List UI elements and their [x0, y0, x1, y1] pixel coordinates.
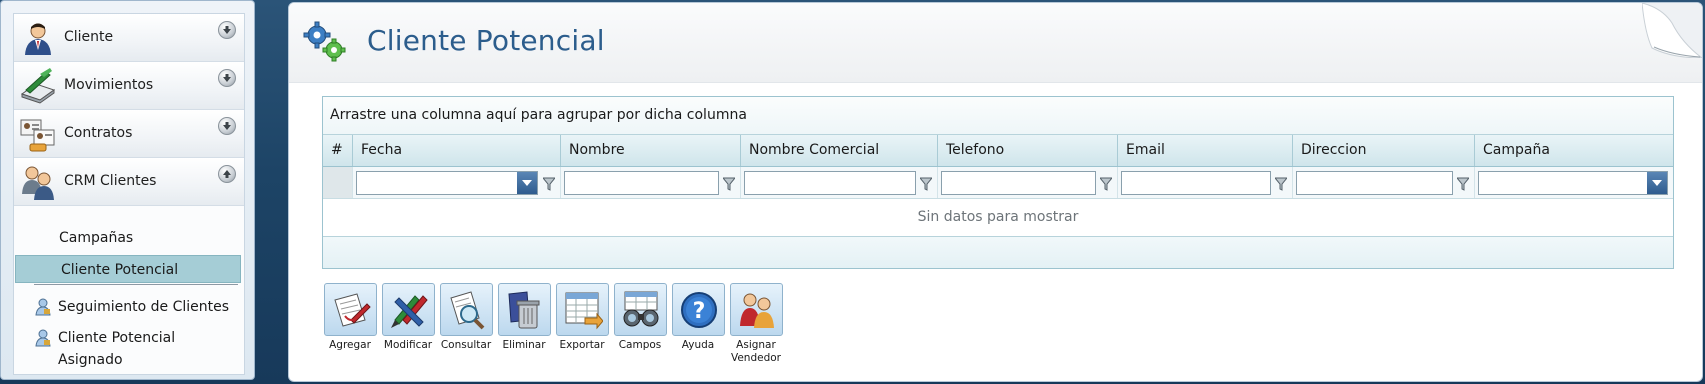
column-header-email[interactable]: Email	[1118, 135, 1293, 166]
users-icon	[20, 164, 56, 200]
column-header-number[interactable]: #	[323, 135, 353, 166]
column-header-nombre-comercial[interactable]: Nombre Comercial	[741, 135, 938, 166]
nav-group-cliente[interactable]: Cliente	[14, 14, 244, 62]
modificar-button[interactable]: Modificar	[380, 283, 436, 352]
scanner-icon	[20, 68, 56, 104]
assign-users-icon	[729, 283, 783, 336]
campana-filter-dropdown[interactable]	[1478, 171, 1668, 195]
filter-cell-campana	[1475, 167, 1673, 198]
fecha-filter-dropdown[interactable]	[356, 171, 538, 195]
collapse-up-icon[interactable]	[218, 165, 236, 183]
filter-cell-telefono	[938, 167, 1118, 198]
sidebar: Cliente Movimientos Contratos CRM Client…	[0, 0, 255, 380]
consultar-button[interactable]: Consultar	[438, 283, 494, 352]
nav-group-label: Contratos	[64, 125, 133, 141]
nav-group-contratos[interactable]: Contratos	[14, 110, 244, 158]
gears-icon	[301, 20, 349, 68]
eliminar-button[interactable]: Eliminar	[496, 283, 552, 352]
page-curl-decoration	[1641, 3, 1702, 62]
nav-group-crm-clientes[interactable]: CRM Clientes	[14, 158, 244, 206]
data-grid: Arrastre una columna aquí para agrupar p…	[322, 96, 1674, 269]
filter-cell-number	[323, 167, 353, 198]
user-lock-icon	[34, 298, 52, 323]
toolbar-button-label: Campos	[618, 339, 662, 351]
filter-funnel-icon[interactable]	[1098, 176, 1114, 195]
binoculars-icon	[613, 283, 667, 336]
divider	[34, 284, 238, 285]
main-panel: Cliente Potencial Arrastre una columna a…	[288, 2, 1703, 382]
trash-icon	[497, 283, 551, 336]
sidebar-link-cliente-potencial-asignado[interactable]: Cliente Potencial Asignado	[34, 327, 244, 368]
filter-funnel-icon[interactable]	[1455, 176, 1471, 195]
exportar-button[interactable]: Exportar	[554, 283, 610, 352]
filter-funnel-icon[interactable]	[541, 176, 557, 195]
sidebar-link-label: Cliente Potencial Asignado	[58, 330, 176, 368]
dropdown-arrow-icon[interactable]	[1647, 172, 1667, 194]
sidebar-item-campanas[interactable]: Campañas	[14, 224, 240, 252]
agregar-button[interactable]: Agregar	[322, 283, 378, 352]
filter-cell-email	[1118, 167, 1293, 198]
add-document-icon	[323, 283, 377, 336]
campos-button[interactable]: Campos	[612, 283, 668, 352]
dropdown-arrow-icon[interactable]	[517, 172, 537, 194]
email-filter-input[interactable]	[1121, 171, 1271, 195]
toolbar-button-label: Asignar Vendedor	[730, 339, 781, 364]
expand-down-icon[interactable]	[218, 117, 236, 135]
grid-header-row: # Fecha Nombre Nombre Comercial Telefono…	[323, 135, 1673, 167]
toolbar-button-label: Ayuda	[681, 339, 715, 351]
nav-group-label: CRM Clientes	[64, 173, 157, 189]
page-title: Cliente Potencial	[367, 24, 605, 57]
action-toolbar: Agregar Modificar Consultar Eliminar Exp…	[322, 283, 1022, 373]
nav-group-label: Cliente	[64, 29, 114, 45]
page-header: Cliente Potencial	[289, 3, 1702, 83]
ayuda-button[interactable]: ? Ayuda	[670, 283, 726, 352]
filter-funnel-icon[interactable]	[721, 176, 737, 195]
group-panel[interactable]: Arrastre una columna aquí para agrupar p…	[323, 97, 1673, 135]
sidebar-item-label: Campañas	[59, 230, 134, 246]
sidebar-link-seguimiento-clientes[interactable]: Seguimiento de Clientes	[34, 296, 229, 318]
filter-cell-direccion	[1293, 167, 1475, 198]
user-lock-icon	[34, 329, 52, 354]
toolbar-button-label: Consultar	[440, 339, 492, 351]
toolbar-button-label: Eliminar	[502, 339, 546, 351]
toolbar-button-label: Exportar	[559, 339, 605, 351]
nombre-comercial-filter-input[interactable]	[744, 171, 916, 195]
column-header-telefono[interactable]: Telefono	[938, 135, 1118, 166]
telefono-filter-input[interactable]	[941, 171, 1096, 195]
column-header-direccion[interactable]: Direccion	[1293, 135, 1475, 166]
column-header-nombre[interactable]: Nombre	[561, 135, 741, 166]
direccion-filter-input[interactable]	[1296, 171, 1453, 195]
filter-funnel-icon[interactable]	[918, 176, 934, 195]
filter-cell-fecha	[353, 167, 561, 198]
column-header-fecha[interactable]: Fecha	[353, 135, 561, 166]
help-icon: ?	[671, 283, 725, 336]
filter-funnel-icon[interactable]	[1273, 176, 1289, 195]
nombre-filter-input[interactable]	[564, 171, 719, 195]
grid-footer	[323, 237, 1673, 268]
person-icon	[20, 20, 56, 56]
svg-text:?: ?	[692, 299, 705, 324]
magnifier-icon	[439, 283, 493, 336]
toolbar-button-label: Modificar	[383, 339, 433, 351]
pencils-icon	[381, 283, 435, 336]
asignar-vendedor-button[interactable]: Asignar Vendedor	[728, 283, 784, 365]
id-cards-icon	[20, 116, 56, 152]
empty-data-message: Sin datos para mostrar	[323, 199, 1673, 237]
sidebar-link-label: Seguimiento de Clientes	[58, 299, 230, 315]
column-header-campana[interactable]: Campaña	[1475, 135, 1673, 166]
filter-cell-nombre	[561, 167, 741, 198]
sidebar-menu: Cliente Movimientos Contratos CRM Client…	[13, 13, 245, 375]
nav-group-label: Movimientos	[64, 77, 154, 93]
sidebar-item-label: Cliente Potencial	[61, 262, 179, 278]
export-spreadsheet-icon	[555, 283, 609, 336]
toolbar-button-label: Agregar	[329, 339, 371, 351]
filter-cell-nombre-comercial	[741, 167, 938, 198]
grid-filter-row	[323, 167, 1673, 199]
nav-group-movimientos[interactable]: Movimientos	[14, 62, 244, 110]
expand-down-icon[interactable]	[218, 21, 236, 39]
sidebar-item-cliente-potencial[interactable]: Cliente Potencial	[15, 255, 241, 283]
expand-down-icon[interactable]	[218, 69, 236, 87]
